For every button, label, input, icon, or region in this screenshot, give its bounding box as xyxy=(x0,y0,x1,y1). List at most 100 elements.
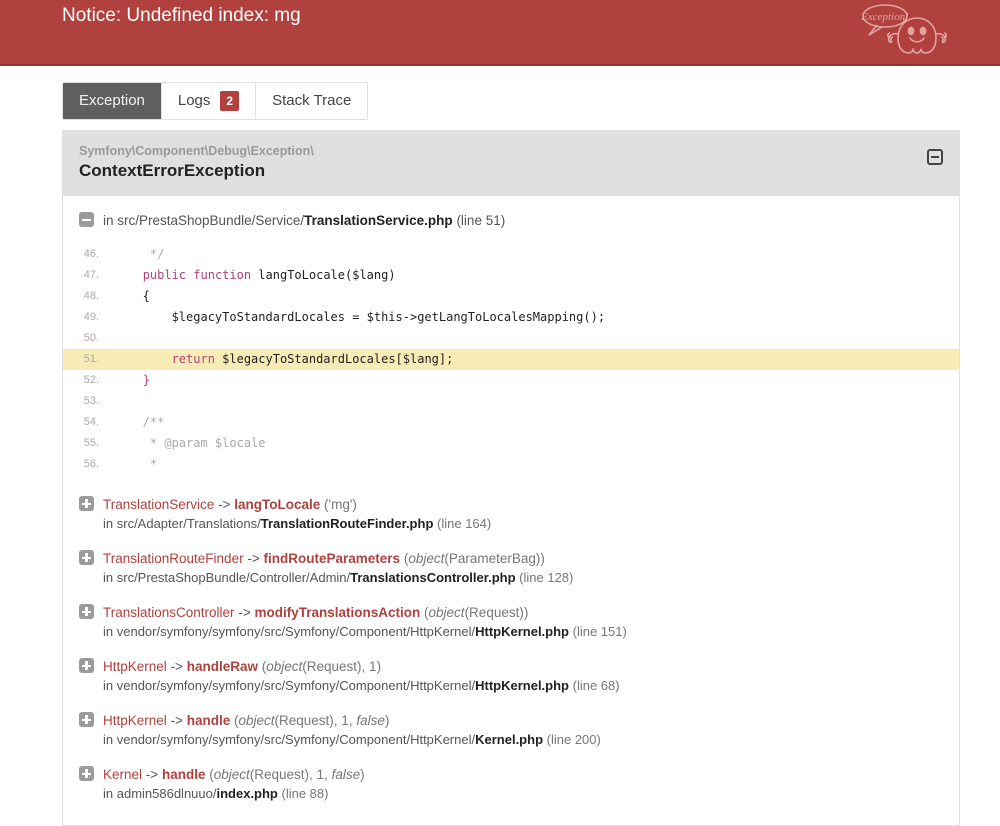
stack-trace-entry-text: Kernel -> handle (object(Request), 1, fa… xyxy=(103,766,365,803)
stack-trace-file: in vendor/symfony/symfony/src/Symfony/Co… xyxy=(103,731,601,749)
stack-trace-call: TranslationRouteFinder -> findRouteParam… xyxy=(103,550,573,568)
exception-panel-body: in src/PrestaShopBundle/Service/Translat… xyxy=(63,196,959,825)
exception-panel-header: Symfony\Component\Debug\Exception\ Conte… xyxy=(63,131,959,196)
primary-frame-file: TranslationService.php xyxy=(304,213,453,228)
code-line: 48. { xyxy=(63,286,959,307)
stack-trace-file-path: admin586dlnuuo/ xyxy=(116,786,217,801)
stack-trace-entry: TranslationsController -> modifyTranslat… xyxy=(79,595,943,649)
tabs-container: Exception Logs 2 Stack Trace xyxy=(0,66,1000,120)
stack-trace-file: in src/PrestaShopBundle/Controller/Admin… xyxy=(103,569,573,587)
stack-trace-file-path: vendor/symfony/symfony/src/Symfony/Compo… xyxy=(116,624,476,639)
stack-trace-method: modifyTranslationsAction xyxy=(254,605,421,620)
stack-trace-call: TranslationService -> langToLocale ('mg'… xyxy=(103,496,491,514)
source-code-block: 46. */47. public function langToLocale($… xyxy=(63,244,959,475)
stack-trace-file-name: HttpKernel.php xyxy=(475,624,569,639)
stack-trace-args: ('mg') xyxy=(324,497,357,512)
stack-trace-entry: Kernel -> handle (object(Request), 1, fa… xyxy=(79,757,943,811)
plus-square-icon[interactable] xyxy=(79,496,94,511)
minus-square-icon[interactable] xyxy=(79,212,94,227)
stack-trace-file-prefix: in xyxy=(103,624,117,639)
stack-trace-file-prefix: in xyxy=(103,570,117,585)
stack-trace-method: handleRaw xyxy=(186,659,258,674)
symfony-ghost-logo: Exception! xyxy=(860,4,947,54)
tab-logs-badge: 2 xyxy=(220,91,240,111)
plus-square-icon[interactable] xyxy=(79,550,94,565)
code-line: 53. xyxy=(63,391,959,412)
stack-trace-file: in src/Adapter/Translations/TranslationR… xyxy=(103,515,491,533)
code-line-number: 46. xyxy=(83,248,99,260)
stack-trace-class[interactable]: TranslationService xyxy=(103,497,214,512)
stack-trace-arrow: -> xyxy=(170,659,183,674)
plus-square-icon[interactable] xyxy=(79,658,94,673)
tab-exception[interactable]: Exception xyxy=(63,83,162,119)
tab-stack-trace[interactable]: Stack Trace xyxy=(256,83,368,119)
stack-trace-file-path: src/Adapter/Translations/ xyxy=(116,516,261,531)
exception-namespace: Symfony\Component\Debug\Exception\ xyxy=(79,144,314,158)
stack-trace-entry: HttpKernel -> handle (object(Request), 1… xyxy=(79,703,943,757)
stack-trace-call: Kernel -> handle (object(Request), 1, fa… xyxy=(103,766,365,784)
code-line: 50. xyxy=(63,328,959,349)
stack-trace-file-path: vendor/symfony/symfony/src/Symfony/Compo… xyxy=(116,732,476,747)
stack-trace-file-line: (line 68) xyxy=(572,678,620,693)
code-line-source: * @param $locale xyxy=(121,436,266,450)
stack-trace-file-line: (line 200) xyxy=(546,732,601,747)
stack-trace-call: HttpKernel -> handleRaw (object(Request)… xyxy=(103,658,620,676)
code-line-source: public function langToLocale($lang) xyxy=(142,268,396,282)
code-line-source: return $legacyToStandardLocales[$lang]; xyxy=(171,352,454,366)
stack-trace-class[interactable]: HttpKernel xyxy=(103,659,167,674)
stack-trace-call: HttpKernel -> handle (object(Request), 1… xyxy=(103,712,601,730)
stack-trace-class[interactable]: TranslationRouteFinder xyxy=(103,551,244,566)
code-line: 51. return $legacyToStandardLocales[$lan… xyxy=(63,349,959,370)
code-line: 52. } xyxy=(63,370,959,391)
stack-trace-method: findRouteParameters xyxy=(263,551,401,566)
stack-trace-args: (object(Request), 1, false) xyxy=(209,767,365,782)
stack-trace-method: handle xyxy=(186,713,231,728)
stack-trace-file-prefix: in xyxy=(103,516,117,531)
stack-trace-file: in vendor/symfony/symfony/src/Symfony/Co… xyxy=(103,677,620,695)
code-line-number: 53. xyxy=(83,395,99,407)
stack-trace-file-name: TranslationsController.php xyxy=(350,570,516,585)
stack-trace-class[interactable]: Kernel xyxy=(103,767,142,782)
code-line: 56. * xyxy=(63,454,959,475)
tab-bar: Exception Logs 2 Stack Trace xyxy=(62,82,369,120)
stack-trace-list: TranslationService -> langToLocale ('mg'… xyxy=(63,487,959,811)
stack-trace-arrow: -> xyxy=(238,605,251,620)
stack-trace-entry: HttpKernel -> handleRaw (object(Request)… xyxy=(79,649,943,703)
plus-square-icon[interactable] xyxy=(79,604,94,619)
code-line-source: * xyxy=(121,457,158,471)
code-line-number: 48. xyxy=(83,290,99,302)
stack-trace-file-line: (line 128) xyxy=(519,570,574,585)
stack-trace-file-path: vendor/symfony/symfony/src/Symfony/Compo… xyxy=(116,678,476,693)
exception-header-banner: Notice: Undefined index: mg Exception! xyxy=(0,0,1000,66)
stack-trace-file-prefix: in xyxy=(103,678,117,693)
stack-trace-class[interactable]: TranslationsController xyxy=(103,605,235,620)
plus-square-icon[interactable] xyxy=(79,712,94,727)
stack-trace-entry-text: TranslationService -> langToLocale ('mg'… xyxy=(103,496,491,533)
code-line-number: 52. xyxy=(83,374,99,386)
stack-trace-args: (object(Request), 1, false) xyxy=(234,713,390,728)
tab-exception-label: Exception xyxy=(79,92,145,109)
stack-trace-file: in vendor/symfony/symfony/src/Symfony/Co… xyxy=(103,623,627,641)
code-line: 54. /** xyxy=(63,412,959,433)
stack-trace-file-prefix: in xyxy=(103,786,117,801)
stack-trace-arrow: -> xyxy=(170,713,183,728)
stack-trace-file-name: HttpKernel.php xyxy=(475,678,569,693)
primary-frame-text: in src/PrestaShopBundle/Service/Translat… xyxy=(103,212,505,230)
code-line: 46. */ xyxy=(63,244,959,265)
exception-message: Notice: Undefined index: mg xyxy=(62,5,301,26)
stack-trace-class[interactable]: HttpKernel xyxy=(103,713,167,728)
tab-logs[interactable]: Logs 2 xyxy=(161,83,257,119)
stack-trace-file-line: (line 151) xyxy=(572,624,627,639)
plus-square-icon[interactable] xyxy=(79,766,94,781)
stack-trace-file-prefix: in xyxy=(103,732,117,747)
stack-trace-file-path: src/PrestaShopBundle/Controller/Admin/ xyxy=(116,570,351,585)
minus-square-icon[interactable] xyxy=(927,149,943,165)
stack-trace-file-line: (line 88) xyxy=(281,786,329,801)
code-line-source: */ xyxy=(121,247,165,261)
exception-panel: Symfony\Component\Debug\Exception\ Conte… xyxy=(62,130,960,826)
code-line-source: $legacyToStandardLocales = $this->getLan… xyxy=(121,310,606,324)
stack-trace-method: handle xyxy=(161,767,206,782)
code-line-source: /** xyxy=(121,415,165,429)
primary-frame-prefix: in xyxy=(103,213,118,228)
stack-trace-args: (object(Request)) xyxy=(424,605,529,620)
